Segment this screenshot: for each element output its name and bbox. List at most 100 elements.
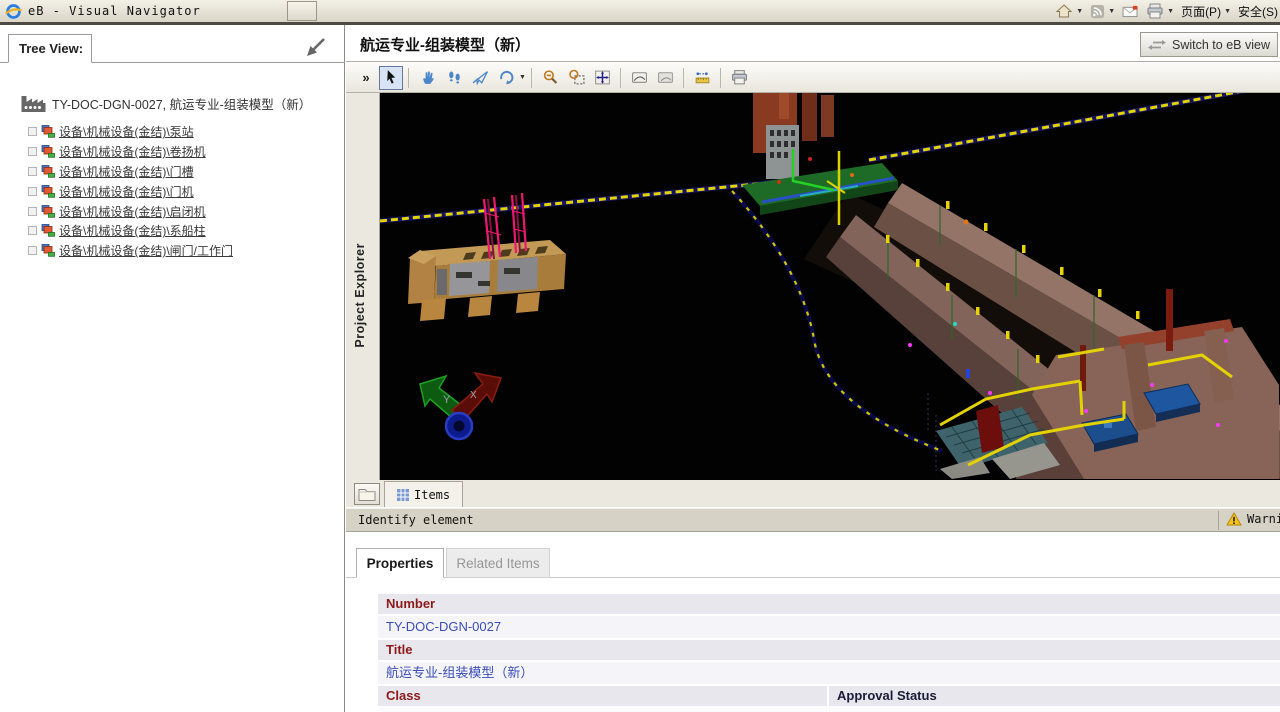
document-title: 航运专业-组装模型（新） (360, 34, 530, 55)
select-tool-button[interactable] (379, 66, 403, 90)
folder-icon (358, 487, 376, 501)
tree-item[interactable]: 设备\机械设备(金结)\门机 (28, 181, 233, 201)
saved-view-1-button[interactable] (628, 66, 652, 90)
tree-item[interactable]: 设备\机械设备(金结)\系船柱 (28, 221, 233, 241)
expand-box-icon[interactable] (28, 207, 37, 216)
page-caret-icon: ▼ (1224, 8, 1231, 15)
project-explorer-label: Project Explorer (353, 243, 367, 348)
tree-view-header: Tree View: (8, 34, 92, 63)
orbit-rotate-icon (498, 69, 515, 86)
tree-item-link[interactable]: 设备\机械设备(金结)\门槽 (59, 163, 194, 180)
home-icon (1055, 3, 1073, 19)
expand-box-icon[interactable] (28, 147, 37, 156)
switch-to-eb-view-button[interactable]: Switch to eB view (1140, 32, 1278, 57)
property-label-number: Number (378, 594, 1280, 614)
toolbar-separator (531, 68, 532, 88)
saved-view-2-button[interactable] (654, 66, 678, 90)
tab-properties[interactable]: Properties (356, 548, 444, 578)
orbit-dropdown-caret[interactable]: ▼ (519, 74, 526, 81)
tree-item[interactable]: 设备\机械设备(金结)\泵站 (28, 122, 233, 142)
orbit-tool-button[interactable] (494, 66, 518, 90)
partial-row-cell (829, 708, 1280, 712)
tree-item-link[interactable]: 设备\机械设备(金结)\闸门/工作门 (59, 242, 233, 259)
hand-icon (420, 69, 437, 86)
titlebar-button[interactable] (287, 1, 317, 21)
tree-item-link[interactable]: 设备\机械设备(金结)\泵站 (59, 123, 194, 140)
warning-label: Warning (1247, 512, 1280, 526)
tree-item-link[interactable]: 设备\机械设备(金结)\启闭机 (59, 203, 206, 220)
printer-icon (1146, 3, 1164, 19)
viewer-bottom-bar: Items (346, 480, 1280, 507)
object-relation-icon (41, 205, 55, 218)
zoom-out-icon (542, 69, 559, 86)
home-button[interactable]: ▼ (1055, 3, 1083, 19)
property-value-title[interactable]: 航运专业-组装模型（新） (378, 662, 1280, 684)
tree-item[interactable]: 设备\机械设备(金结)\启闭机 (28, 201, 233, 221)
object-relation-icon (41, 165, 55, 178)
object-relation-icon (41, 244, 55, 257)
grid-table-icon (397, 489, 409, 501)
cursor-icon (383, 69, 400, 86)
tree-item-list: 设备\机械设备(金结)\泵站 设备\机械设备(金结)\卷扬机 设备\机械设备(金… (28, 122, 233, 261)
window-title: eB - Visual Navigator (28, 4, 201, 18)
zoom-window-tool-button[interactable] (565, 66, 589, 90)
print-button[interactable]: ▼ (1146, 3, 1174, 19)
tree-item[interactable]: 设备\机械设备(金结)\闸门/工作门 (28, 241, 233, 261)
safety-menu[interactable]: 安全(S) (1238, 3, 1278, 20)
toolbar-separator (408, 68, 409, 88)
tree-item-link[interactable]: 设备\机械设备(金结)\门机 (59, 183, 194, 200)
warning-indicator[interactable]: Warning (1226, 512, 1280, 526)
toolbar-separator (683, 68, 684, 88)
tree-item-link[interactable]: 设备\机械设备(金结)\卷扬机 (59, 143, 206, 160)
print-view-button[interactable] (728, 66, 752, 90)
fit-view-tool-button[interactable] (591, 66, 615, 90)
paper-plane-icon (472, 69, 489, 86)
pan-tool-button[interactable] (416, 66, 440, 90)
tab-related-items[interactable]: Related Items (446, 548, 550, 578)
items-tab[interactable]: Items (384, 481, 463, 507)
folder-button[interactable] (354, 483, 380, 505)
browser-command-bar: ▼ ▼ ▼ 页面(P) ▼ 安全(S) (1055, 0, 1278, 22)
viewer-toolbar: » ▼ (346, 63, 1280, 93)
viewport-3d-scene: Y X (380, 93, 1280, 480)
walk-tool-button[interactable] (442, 66, 466, 90)
object-relation-icon (41, 224, 55, 237)
print-caret-icon[interactable]: ▼ (1167, 8, 1174, 15)
feeds-button[interactable]: ▼ (1090, 4, 1115, 19)
toolbar-separator (620, 68, 621, 88)
axis-x-label: X (470, 390, 477, 401)
column-header-class: Class (378, 686, 827, 706)
tree-item-link[interactable]: 设备\机械设备(金结)\系船柱 (59, 222, 206, 239)
view-thumbnail-icon (657, 69, 674, 86)
project-explorer-tab[interactable]: Project Explorer (346, 93, 380, 480)
viewport-3d-canvas[interactable]: Y X (380, 93, 1280, 480)
expand-box-icon[interactable] (28, 167, 37, 176)
tree-item[interactable]: 设备\机械设备(金结)\卷扬机 (28, 142, 233, 162)
expand-box-icon[interactable] (28, 226, 37, 235)
more-tools-button[interactable]: » (355, 65, 377, 91)
collapse-panel-arrow-icon[interactable] (303, 34, 329, 60)
toolbar-separator (720, 68, 721, 88)
expand-box-icon[interactable] (28, 246, 37, 255)
tree-item[interactable]: 设备\机械设备(金结)\门槽 (28, 162, 233, 182)
column-header-approval-status: Approval Status (829, 686, 1280, 706)
read-mail-button[interactable] (1122, 5, 1139, 18)
property-value-number[interactable]: TY-DOC-DGN-0027 (378, 616, 1280, 638)
swap-arrows-icon (1148, 40, 1166, 50)
page-menu[interactable]: 页面(P) ▼ (1181, 3, 1231, 20)
fly-tool-button[interactable] (468, 66, 492, 90)
expand-box-icon[interactable] (28, 127, 37, 136)
feeds-caret-icon[interactable]: ▼ (1108, 8, 1115, 15)
mail-icon (1122, 5, 1139, 18)
safety-menu-label: 安全(S) (1238, 3, 1278, 20)
tree-root-item[interactable]: TY-DOC-DGN-0027, 航运专业-组装模型（新） (20, 93, 311, 113)
home-caret-icon[interactable]: ▼ (1076, 8, 1083, 15)
object-relation-icon (41, 185, 55, 198)
zoom-out-tool-button[interactable] (539, 66, 563, 90)
measure-tool-button[interactable] (691, 66, 715, 90)
tree-root-label: TY-DOC-DGN-0027, 航运专业-组装模型（新） (52, 94, 311, 113)
footprints-icon (446, 69, 463, 86)
property-label-title: Title (378, 640, 1280, 660)
expand-box-icon[interactable] (28, 187, 37, 196)
items-tab-label: Items (414, 488, 450, 502)
